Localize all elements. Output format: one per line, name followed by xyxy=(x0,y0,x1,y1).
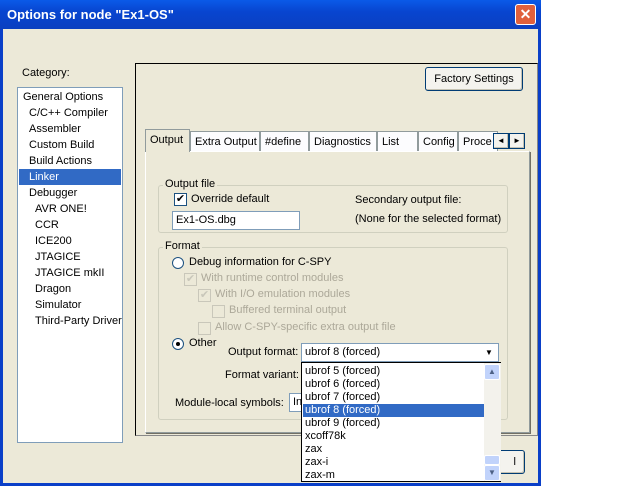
output-format-label: Output format: xyxy=(228,346,299,358)
tab-processor[interactable]: Proce xyxy=(458,131,498,151)
dropdown-option[interactable]: ubrof 7 (forced) xyxy=(303,391,484,404)
category-item-avr-one[interactable]: AVR ONE! xyxy=(19,201,121,217)
dropdown-arrow-icon[interactable]: ▼ xyxy=(481,345,497,360)
tab-extra-output[interactable]: Extra Output xyxy=(190,131,260,151)
title-bar: Options for node "Ex1-OS" xyxy=(0,0,541,29)
output-file-group-label: Output file xyxy=(163,178,218,190)
output-filename-input[interactable]: Ex1-OS.dbg xyxy=(172,211,300,230)
tab-output[interactable]: Output xyxy=(145,129,190,152)
other-label: Other xyxy=(189,337,217,349)
factory-settings-button[interactable]: Factory Settings xyxy=(425,67,523,91)
dropdown-option-selected[interactable]: ubrof 8 (forced) xyxy=(303,404,484,417)
category-item-dragon[interactable]: Dragon xyxy=(19,281,121,297)
allow-cspy-checkbox xyxy=(198,322,211,335)
dropdown-option[interactable]: zax xyxy=(303,443,484,456)
category-item-ice200[interactable]: ICE200 xyxy=(19,233,121,249)
buffered-output-checkbox xyxy=(212,305,225,318)
dropdown-scrollbar[interactable]: ▲ ▼ xyxy=(484,363,501,481)
module-local-label: Module-local symbols: xyxy=(175,397,284,409)
category-item-compiler[interactable]: C/C++ Compiler xyxy=(19,105,121,121)
output-format-value: ubrof 8 (forced) xyxy=(305,346,381,358)
debug-info-label: Debug information for C-SPY xyxy=(189,256,332,268)
secondary-output-label: Secondary output file: xyxy=(355,194,462,206)
output-format-dropdown-list[interactable]: ubrof 5 (forced) ubrof 6 (forced) ubrof … xyxy=(301,362,501,482)
tab-scroll-left-icon[interactable]: ◄ xyxy=(493,133,509,149)
tab-define[interactable]: #define xyxy=(260,131,309,151)
category-item-assembler[interactable]: Assembler xyxy=(19,121,121,137)
category-item-ccr[interactable]: CCR xyxy=(19,217,121,233)
category-item-jtagice-mkii[interactable]: JTAGICE mkII xyxy=(19,265,121,281)
allow-cspy-label: Allow C-SPY-specific extra output file xyxy=(215,321,396,333)
override-default-checkbox[interactable]: ✔ xyxy=(174,193,187,206)
buffered-output-label: Buffered terminal output xyxy=(229,304,347,316)
category-item-custom-build[interactable]: Custom Build xyxy=(19,137,121,153)
dropdown-option[interactable]: ubrof 9 (forced) xyxy=(303,417,484,430)
scroll-up-icon[interactable]: ▲ xyxy=(484,364,500,380)
dropdown-option[interactable]: xcoff78k xyxy=(303,430,484,443)
debug-info-radio[interactable] xyxy=(172,257,184,269)
other-radio[interactable] xyxy=(172,338,184,350)
io-emulation-checkbox: ✔ xyxy=(198,289,211,302)
tab-diagnostics[interactable]: Diagnostics xyxy=(309,131,377,151)
category-item-debugger[interactable]: Debugger xyxy=(19,185,121,201)
scroll-thumb[interactable] xyxy=(484,455,500,465)
dropdown-option[interactable]: zax-i xyxy=(303,456,484,469)
dropdown-option[interactable]: ubrof 5 (forced) xyxy=(303,365,484,378)
close-button[interactable]: ✕ xyxy=(515,4,536,25)
category-item-jtagice[interactable]: JTAGICE xyxy=(19,249,121,265)
override-default-label: Override default xyxy=(191,193,270,205)
category-list[interactable]: General Options C/C++ Compiler Assembler… xyxy=(17,87,123,443)
tab-config[interactable]: Config xyxy=(418,131,458,151)
runtime-modules-checkbox: ✔ xyxy=(184,273,197,286)
category-item-third-party-driver[interactable]: Third-Party Driver xyxy=(19,313,122,329)
category-label: Category: xyxy=(22,67,70,79)
dropdown-option[interactable]: zax-m xyxy=(303,469,484,482)
output-format-select[interactable]: ubrof 8 (forced) xyxy=(301,343,499,362)
format-group-label: Format xyxy=(163,240,202,252)
tab-scroll-right-icon[interactable]: ► xyxy=(509,133,525,149)
io-emulation-label: With I/O emulation modules xyxy=(215,288,351,300)
tab-list[interactable]: List xyxy=(377,131,418,151)
secondary-output-value: (None for the selected format) xyxy=(355,213,502,225)
scroll-down-icon[interactable]: ▼ xyxy=(484,465,500,481)
dropdown-option[interactable]: ubrof 6 (forced) xyxy=(303,378,484,391)
category-item-general-options[interactable]: General Options xyxy=(19,89,121,105)
category-item-linker[interactable]: Linker xyxy=(19,169,121,185)
category-item-build-actions[interactable]: Build Actions xyxy=(19,153,121,169)
dialog-title: Options for node "Ex1-OS" xyxy=(7,7,174,22)
runtime-modules-label: With runtime control modules xyxy=(201,272,344,284)
category-item-simulator[interactable]: Simulator xyxy=(19,297,121,313)
format-variant-label: Format variant: xyxy=(225,369,299,381)
